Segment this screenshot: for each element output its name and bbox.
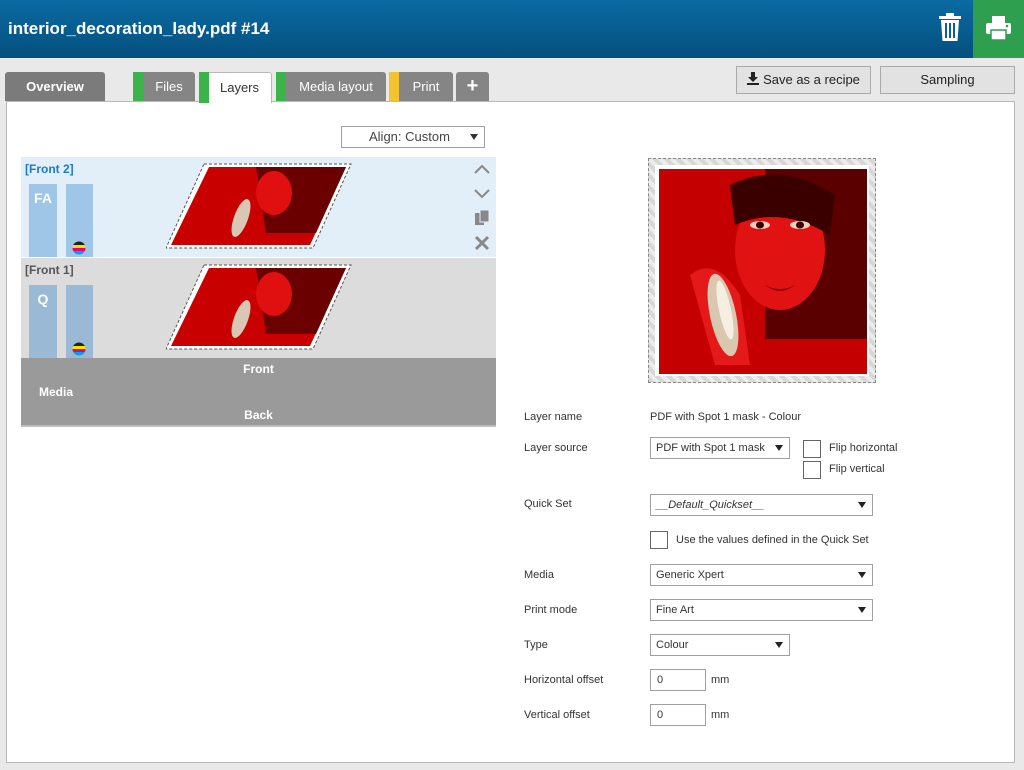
media-select[interactable]: Generic Xpert (650, 564, 873, 586)
layer-badge: FA (29, 184, 57, 257)
print-button[interactable] (973, 0, 1024, 58)
media-label: Media (39, 385, 74, 399)
tab-layers[interactable]: Layers (199, 72, 272, 103)
tab-print[interactable]: Print (389, 72, 453, 101)
printer-icon (986, 16, 1011, 41)
media-stack: Front Media Back (21, 358, 496, 427)
chevron-down-icon (775, 642, 783, 648)
cmyk-icon (72, 241, 86, 255)
chevron-down-icon (775, 445, 783, 451)
status-stripe (133, 72, 143, 101)
tab-overview[interactable]: Overview (5, 72, 105, 101)
layer-row-front-1[interactable]: [Front 1] Q (21, 258, 496, 358)
layer-badge: Q (29, 285, 57, 358)
document-title: interior_decoration_lady.pdf #14 (8, 19, 270, 38)
front-label: Front (243, 362, 274, 376)
layer-source-label: Layer source (524, 442, 588, 454)
app-header: interior_decoration_lady.pdf #14 (0, 0, 1024, 58)
flip-horizontal-checkbox[interactable] (803, 440, 821, 458)
layer-name: [Front 1] (25, 263, 74, 277)
delete-icon[interactable] (473, 234, 491, 252)
copy-icon[interactable] (473, 209, 491, 227)
move-up-icon[interactable] (473, 160, 491, 178)
media-field-label: Media (524, 569, 554, 581)
horizontal-offset-label: Horizontal offset (524, 674, 604, 686)
tab-files[interactable]: Files (133, 72, 195, 101)
quick-set-label: Quick Set (524, 498, 572, 510)
vertical-offset-input[interactable]: 0 (650, 704, 706, 726)
print-mode-label: Print mode (524, 604, 578, 616)
status-stripe (389, 72, 399, 101)
tab-media-layout[interactable]: Media layout (276, 72, 386, 101)
add-tab-button[interactable]: + (456, 72, 489, 101)
move-down-icon[interactable] (473, 184, 491, 202)
flip-horizontal-label: Flip horizontal (829, 442, 898, 454)
flip-vertical-label: Flip vertical (829, 463, 885, 475)
trash-icon[interactable] (937, 12, 963, 42)
preview-image (655, 165, 869, 376)
save-as-recipe-button[interactable]: Save as a recipe (736, 66, 871, 94)
layer-source-select[interactable]: PDF with Spot 1 mask (650, 437, 790, 459)
back-label: Back (244, 408, 273, 422)
flip-vertical-checkbox[interactable] (803, 461, 821, 479)
layer-name-value: PDF with Spot 1 mask - Colour (650, 411, 801, 423)
layer-thumbnail (166, 264, 352, 350)
use-quickset-values-checkbox[interactable] (650, 531, 668, 549)
cmyk-icon (72, 342, 86, 356)
layer-name-label: Layer name (524, 411, 583, 423)
chevron-down-icon (858, 502, 866, 508)
layer-preview (648, 158, 876, 383)
layer-name: [Front 2] (25, 162, 74, 176)
chevron-down-icon (470, 134, 478, 140)
vertical-offset-label: Vertical offset (524, 709, 590, 721)
download-icon (747, 72, 760, 85)
horizontal-offset-unit: mm (711, 674, 730, 686)
layer-row-front-2[interactable]: [Front 2] FA (21, 157, 496, 257)
type-label: Type (524, 639, 548, 651)
layer-thumbnail (166, 163, 352, 249)
sampling-button[interactable]: Sampling (880, 66, 1015, 94)
align-select[interactable]: Align: Custom (341, 126, 485, 148)
chevron-down-icon (858, 607, 866, 613)
chevron-down-icon (858, 572, 866, 578)
quick-set-select[interactable]: __Default_Quickset__ (650, 494, 873, 516)
print-mode-select[interactable]: Fine Art (650, 599, 873, 621)
plus-icon: + (466, 75, 479, 97)
vertical-offset-unit: mm (711, 709, 730, 721)
type-select[interactable]: Colour (650, 634, 790, 656)
status-stripe (276, 72, 286, 101)
horizontal-offset-input[interactable]: 0 (650, 669, 706, 691)
use-quickset-values-label: Use the values defined in the Quick Set (676, 534, 869, 546)
status-stripe (199, 72, 209, 103)
